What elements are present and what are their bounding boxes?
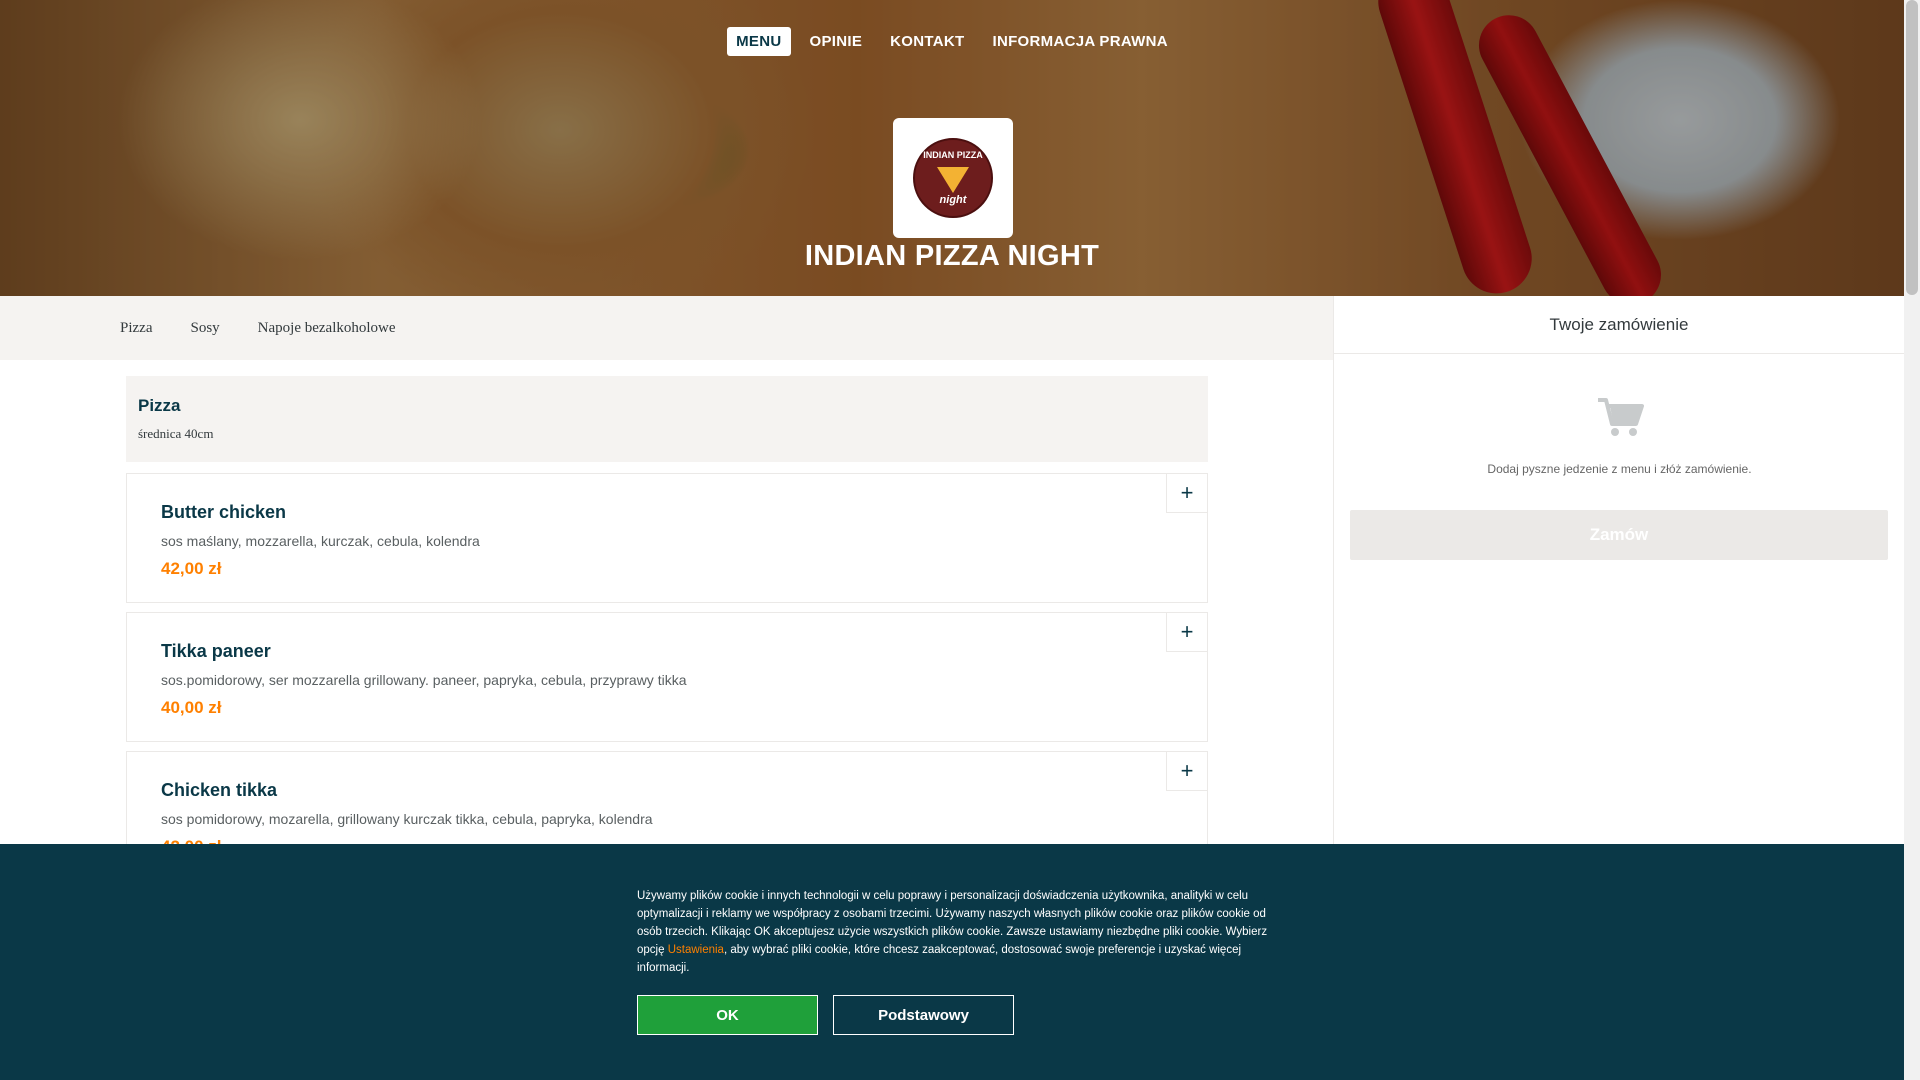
top-nav: MENU OPINIE KONTAKT INFORMACJA PRAWNA xyxy=(0,27,1904,56)
category-sosy[interactable]: Sosy xyxy=(190,320,219,337)
logo-text-top: INDIAN PIZZA xyxy=(923,150,983,160)
scrollbar-thumb[interactable] xyxy=(1906,0,1918,295)
logo-text-bottom: night xyxy=(939,194,967,206)
item-description: sos pomidorowy, mozarella, grillowany ku… xyxy=(161,811,653,827)
nav-menu[interactable]: MENU xyxy=(727,27,791,56)
basket-title: Twoje zamówienie xyxy=(1334,296,1904,354)
category-napoje[interactable]: Napoje bezalkoholowe xyxy=(258,320,396,337)
cookie-basic-button[interactable]: Podstawowy xyxy=(833,995,1014,1035)
item-price: 40,00 zł xyxy=(161,698,222,717)
item-price: 42,00 zł xyxy=(161,559,222,578)
section-subtitle: średnica 40cm xyxy=(138,426,214,441)
page: MENU OPINIE KONTAKT INFORMACJA PRAWNA IN… xyxy=(0,0,1920,1080)
nav-kontakt[interactable]: KONTAKT xyxy=(881,27,973,56)
item-name: Butter chicken xyxy=(161,502,287,522)
section-title: Pizza xyxy=(138,396,181,415)
category-nav: Pizza Sosy Napoje bezalkoholowe xyxy=(0,296,1333,360)
menu-item[interactable]: Tikka paneer sos.pomidorowy, ser mozzare… xyxy=(126,612,1208,742)
menu-section-header: Pizza średnica 40cm xyxy=(126,376,1208,462)
cookie-banner: Używamy plików cookie i innych technolog… xyxy=(0,844,1904,1080)
cookie-settings-link[interactable]: Ustawienia xyxy=(668,944,724,956)
order-button[interactable]: Zamów xyxy=(1350,510,1888,560)
cart-icon xyxy=(1598,398,1644,436)
item-name: Tikka paneer xyxy=(161,641,271,661)
add-item-button[interactable]: + xyxy=(1166,473,1208,513)
cookie-text: Używamy plików cookie i innych technolog… xyxy=(637,887,1277,977)
hero-banner: MENU OPINIE KONTAKT INFORMACJA PRAWNA IN… xyxy=(0,0,1904,296)
basket-empty-text: Dodaj pyszne jedzenie z menu i złóż zamó… xyxy=(1487,462,1752,476)
add-item-button[interactable]: + xyxy=(1166,751,1208,791)
item-description: sos maślany, mozzarella, kurczak, cebula… xyxy=(161,533,480,549)
restaurant-logo: INDIAN PIZZA night xyxy=(893,118,1013,238)
logo-badge: INDIAN PIZZA night xyxy=(913,138,993,218)
category-pizza[interactable]: Pizza xyxy=(120,320,152,337)
cookie-ok-button[interactable]: OK xyxy=(637,995,818,1035)
pizza-slice-icon xyxy=(937,167,969,193)
nav-opinie[interactable]: OPINIE xyxy=(801,27,872,56)
restaurant-name: INDIAN PIZZA NIGHT xyxy=(804,240,1100,272)
menu-item[interactable]: Butter chicken sos maślany, mozzarella, … xyxy=(126,473,1208,603)
nav-informacja-prawna[interactable]: INFORMACJA PRAWNA xyxy=(983,27,1176,56)
item-description: sos.pomidorowy, ser mozzarella grillowan… xyxy=(161,672,687,688)
cookie-text-part: , aby wybrać pliki cookie, które chcesz … xyxy=(637,944,1242,974)
item-name: Chicken tikka xyxy=(161,780,278,800)
add-item-button[interactable]: + xyxy=(1166,612,1208,652)
